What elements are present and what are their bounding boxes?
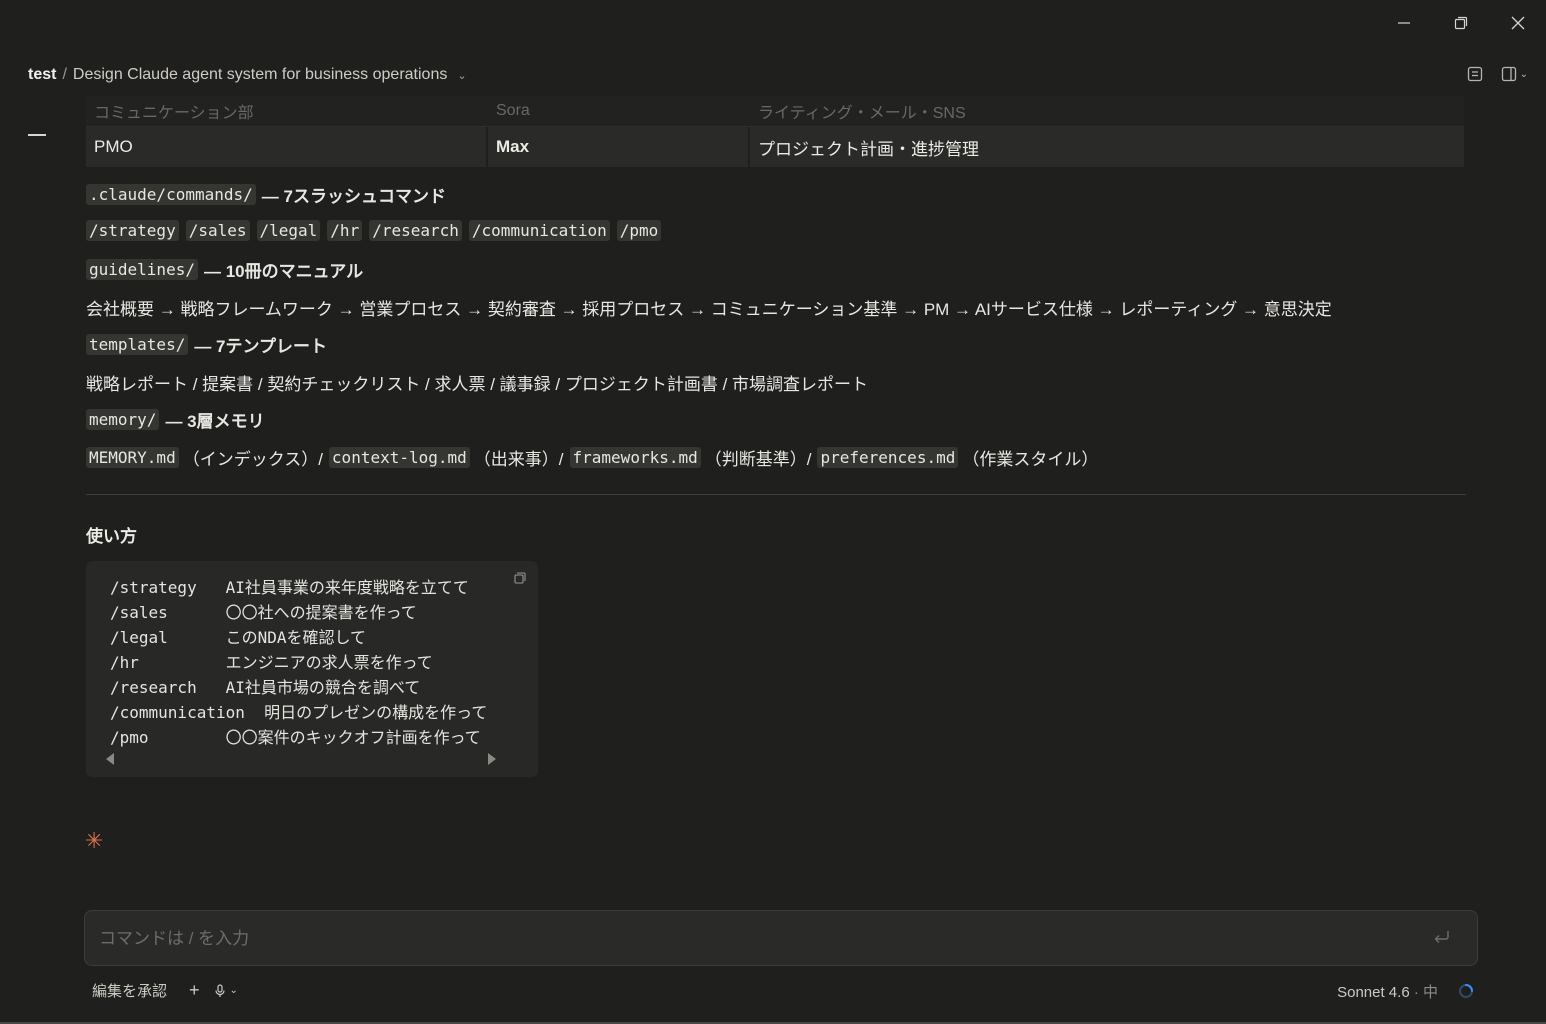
microphone-button[interactable]: ⌄	[214, 983, 238, 998]
templates-list: 戦略レポート / 提案書 / 契約チェックリスト / 求人票 / 議事録 / プ…	[86, 375, 869, 394]
close-icon	[1511, 16, 1524, 30]
minimize-button[interactable]	[1375, 8, 1432, 38]
table-row: PMO Max プロジェクト計画・進捗管理	[86, 127, 1464, 167]
memory-file-desc: （出来事）/	[473, 450, 564, 469]
usage-code-block: /strategy AI社員事業の来年度戦略を立てて /sales 〇〇社への提…	[86, 561, 538, 777]
top-right-actions: ⌄	[1467, 66, 1528, 82]
templates-dir-code: templates/	[86, 334, 189, 355]
usage-code: /strategy AI社員事業の来年度戦略を立てて /sales 〇〇社への提…	[110, 578, 488, 747]
conversation-title[interactable]: Design Claude agent system for business …	[73, 66, 447, 84]
memory-heading: memory/ — 3層メモリ	[86, 407, 265, 432]
guidelines-heading-text: — 10冊のマニュアル	[203, 262, 364, 281]
window-controls	[1375, 8, 1546, 38]
table-cell: コミュニケーション部	[86, 96, 488, 127]
memory-file-code: preferences.md	[817, 447, 959, 468]
restore-icon	[1454, 16, 1467, 30]
add-button[interactable]: +	[189, 980, 200, 1001]
command-code: /communication	[468, 220, 610, 241]
memory-files: MEMORY.md （インデックス）/ context-log.md （出来事）…	[86, 445, 1098, 470]
message-input[interactable]	[97, 923, 1421, 955]
copy-button[interactable]	[514, 571, 526, 589]
commands-heading-text: — 7スラッシュコマンド	[261, 187, 446, 206]
restore-button[interactable]	[1432, 8, 1489, 38]
commands-dir-code: .claude/commands/	[86, 184, 256, 205]
command-code: /hr	[327, 220, 363, 241]
chevron-down-icon: ⌄	[1519, 68, 1528, 80]
model-selector[interactable]: Sonnet 4.6 · 中	[1337, 981, 1438, 1002]
table-cell: プロジェクト計画・進捗管理	[750, 127, 1464, 167]
notes-icon	[1467, 66, 1482, 82]
table-cell: Sora	[488, 96, 750, 127]
divider	[86, 494, 1466, 495]
breadcrumb: test / Design Claude agent system for bu…	[28, 66, 467, 84]
loading-spinner-icon	[1458, 983, 1474, 1004]
usage-heading: 使い方	[86, 527, 137, 546]
microphone-icon	[214, 983, 225, 997]
command-code: /research	[369, 220, 462, 241]
table-row: コミュニケーション部 Sora ライティング・メール・SNS	[86, 96, 1464, 127]
templates-heading-text: — 7テンプレート	[194, 337, 327, 356]
guidelines-dir-code: guidelines/	[86, 259, 198, 280]
send-button[interactable]	[1433, 929, 1451, 950]
sparkle-icon: ✳	[85, 828, 104, 853]
table-cell: PMO	[86, 127, 488, 167]
guidelines-chain: 会社概要 → 戦略フレームワーク → 営業プロセス → 契約審査 → 採用プロセ…	[86, 300, 1332, 319]
accept-edits-button[interactable]: 編集を承認	[92, 980, 167, 1001]
commands-list: /strategy /sales /legal /hr /research /c…	[86, 220, 668, 241]
sidebar-toggle-button[interactable]: ⌄	[1501, 66, 1528, 82]
memory-file-desc: （インデックス）/	[182, 450, 323, 469]
department-table: コミュニケーション部 Sora ライティング・メール・SNS PMO Max プ…	[86, 96, 1464, 167]
notes-button[interactable]	[1467, 66, 1483, 82]
command-code: /pmo	[616, 220, 662, 241]
model-name: Sonnet 4.6	[1337, 984, 1410, 1001]
bottom-toolbar: 編集を承認 + ⌄	[92, 980, 238, 1001]
command-code: /strategy	[86, 220, 179, 241]
memory-file-code: context-log.md	[328, 447, 470, 468]
message-input-box	[84, 910, 1478, 966]
command-code: /legal	[256, 220, 321, 241]
templates-heading: templates/ — 7テンプレート	[86, 332, 327, 357]
breadcrumb-separator: /	[62, 66, 67, 83]
minimize-icon	[1397, 22, 1410, 24]
scroll-left-arrow[interactable]	[106, 753, 114, 765]
memory-dir-code: memory/	[86, 409, 160, 430]
memory-file-code: MEMORY.md	[86, 447, 179, 468]
command-code: /sales	[185, 220, 250, 241]
sidebar-toggle-icon	[1501, 66, 1516, 82]
guidelines-heading: guidelines/ — 10冊のマニュアル	[86, 257, 363, 282]
table-cell: ライティング・メール・SNS	[750, 96, 1464, 127]
memory-heading-text: — 3層メモリ	[165, 412, 265, 431]
collapse-dash[interactable]	[28, 134, 46, 136]
memory-file-desc: （判断基準）/	[704, 450, 812, 469]
effort-level: · 中	[1413, 984, 1438, 1001]
project-name[interactable]: test	[28, 66, 56, 84]
copy-icon	[514, 572, 526, 584]
chevron-down-icon: ⌄	[229, 985, 238, 996]
close-button[interactable]	[1489, 8, 1546, 38]
table-cell: Max	[488, 127, 750, 167]
scroll-right-arrow[interactable]	[488, 753, 496, 765]
memory-file-desc: （作業スタイル）	[962, 450, 1099, 469]
memory-file-code: frameworks.md	[569, 447, 701, 468]
enter-icon	[1434, 931, 1449, 943]
commands-heading: .claude/commands/ — 7スラッシュコマンド	[86, 182, 446, 207]
chevron-down-icon[interactable]: ⌄	[457, 69, 466, 82]
